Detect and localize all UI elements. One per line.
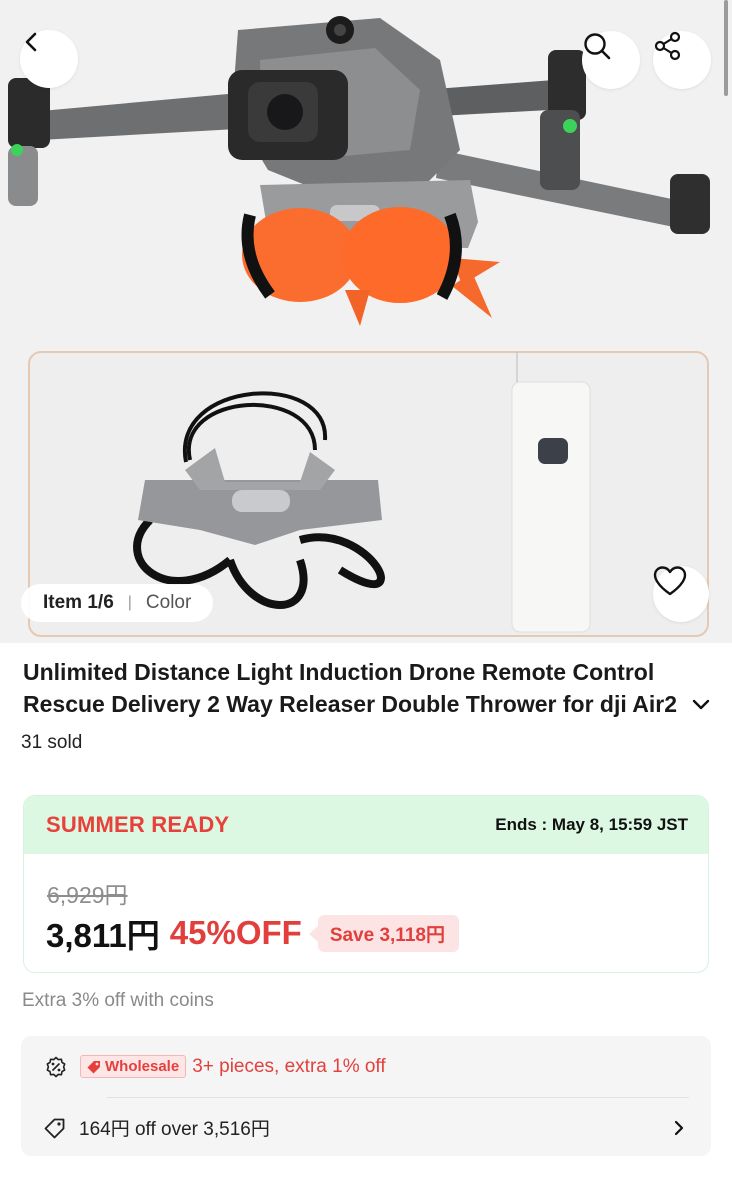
discount-percent: 45%OFF <box>169 914 302 951</box>
coupon-offer-row[interactable]: 164円 off over 3,516円 <box>43 1114 689 1141</box>
product-title-line2: Rescue Delivery 2 Way Releaser Double Th… <box>23 691 678 717</box>
back-button[interactable] <box>20 30 78 88</box>
product-photo <box>0 0 732 643</box>
tag-icon <box>87 1060 100 1073</box>
offers-panel: Wholesale 3+ pieces, extra 1% off 164円 o… <box>21 1036 711 1156</box>
chevron-down-icon[interactable] <box>690 694 712 716</box>
chevron-left-icon <box>25 32 37 52</box>
item-index: Item 1/6 <box>43 592 114 613</box>
product-title: Unlimited Distance Light Induction Drone… <box>23 656 688 720</box>
wholesale-tag-label: Wholesale <box>105 1058 180 1075</box>
offers-divider <box>107 1097 689 1098</box>
sold-count: 31 sold <box>21 732 83 753</box>
product-title-line1: Unlimited Distance Light Induction Drone… <box>23 659 655 685</box>
heart-icon <box>653 566 687 596</box>
discount-badge-icon <box>46 1056 66 1077</box>
current-price: 3,811円 <box>46 917 160 954</box>
favorite-button[interactable] <box>653 566 709 622</box>
scroll-indicator <box>724 0 728 96</box>
pill-divider: | <box>127 594 132 611</box>
search-icon <box>584 33 611 60</box>
share-icon <box>654 31 681 61</box>
variant-label: Color <box>145 592 192 613</box>
promo-end-time: Ends : May 8, 15:59 JST <box>495 815 688 834</box>
original-price: 6,929円 <box>47 882 128 908</box>
share-button[interactable] <box>653 31 711 89</box>
chevron-right-icon <box>674 1120 684 1135</box>
search-button[interactable] <box>582 31 640 89</box>
current-price-row: 3,811円 45%OFF Save 3,118円 <box>46 909 459 957</box>
wholesale-tag: Wholesale <box>80 1055 187 1078</box>
wholesale-text: 3+ pieces, extra 1% off <box>192 1055 386 1077</box>
promo-name: SUMMER READY <box>46 812 230 837</box>
coupon-tag-icon <box>44 1118 65 1138</box>
coins-discount-note: Extra 3% off with coins <box>22 990 214 1011</box>
save-amount-badge: Save 3,118円 <box>308 914 459 952</box>
promo-banner: SUMMER READY Ends : May 8, 15:59 JST <box>24 796 708 854</box>
wholesale-offer: Wholesale 3+ pieces, extra 1% off <box>45 1055 386 1078</box>
coupon-text: 164円 off over 3,516円 <box>79 1119 270 1140</box>
price-card: SUMMER READY Ends : May 8, 15:59 JST 6,9… <box>23 795 709 973</box>
gallery-item-indicator[interactable]: Item 1/6 | Color <box>21 584 214 622</box>
product-image-gallery[interactable]: Item 1/6 | Color <box>0 0 732 643</box>
